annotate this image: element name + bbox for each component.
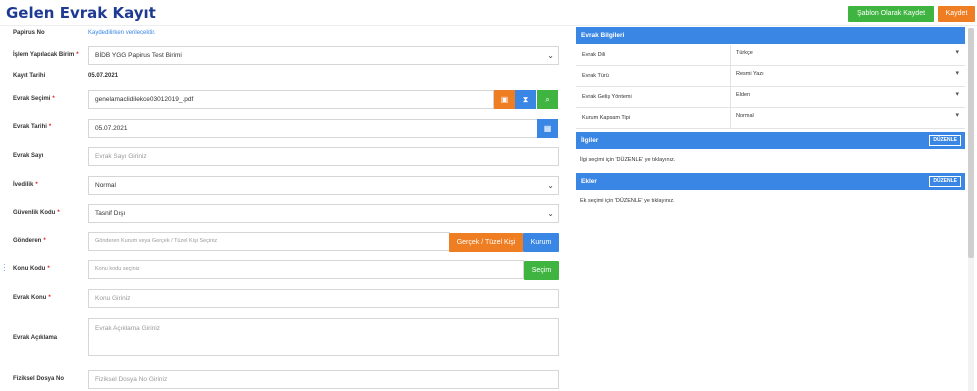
evrak-secimi-field[interactable]: genelamaclidilekce03012019_.pdf xyxy=(88,90,494,109)
guvenlik-kodu-select[interactable]: Tasnif Dışı ⌄ xyxy=(88,204,559,223)
calendar-icon-button[interactable]: ▦ xyxy=(537,119,558,138)
scrollbar-thumb[interactable] xyxy=(968,28,974,258)
chevron-down-icon: ⌄ xyxy=(547,181,554,190)
gelis-yontemi-row[interactable]: Evrak Geliş Yöntemi Elden ▾ xyxy=(576,87,965,108)
save-button[interactable]: Kaydet xyxy=(938,6,975,22)
org-select-button[interactable]: Kurum xyxy=(523,233,559,252)
ilgiler-header: İlgiler DÜZENLE xyxy=(576,132,965,149)
ivedilik-label: İvedilik * xyxy=(13,182,38,188)
guvenlik-kodu-label: Güvenlik Kodu * xyxy=(13,210,60,216)
papirus-no-value: Kaydedilirken verilecektir. xyxy=(88,30,156,36)
caret-down-icon: ▾ xyxy=(955,70,959,77)
evrak-aciklama-label: Evrak Açıklama xyxy=(13,335,58,341)
chevron-down-icon: ⌄ xyxy=(547,51,554,60)
ilgiler-edit-button[interactable]: DÜZENLE xyxy=(929,135,961,146)
evrak-sayi-input[interactable]: Evrak Sayı Giriniz xyxy=(88,147,559,166)
save-as-template-button[interactable]: Şablon Olarak Kaydet xyxy=(848,6,934,22)
evrak-secimi-label: Evrak Seçimi * xyxy=(13,96,55,102)
kayit-tarihi-value: 05.07.2021 xyxy=(88,73,119,79)
evrak-dili-row[interactable]: Evrak Dili Türkçe ▾ xyxy=(576,45,965,66)
ilgiler-note: İlgi seçimi için 'DÜZENLE' ye tıklayınız… xyxy=(580,157,676,163)
caret-down-icon: ▾ xyxy=(955,112,959,119)
papirus-no-label: Papirus No xyxy=(13,30,45,36)
caret-down-icon: ▾ xyxy=(955,91,959,98)
evrak-konu-input[interactable]: Konu Giriniz xyxy=(88,289,559,308)
scan-icon-button[interactable]: ⧗ xyxy=(515,90,536,109)
caret-down-icon: ▾ xyxy=(955,49,959,56)
page-title: Gelen Evrak Kayıt xyxy=(6,4,156,22)
konu-kodu-label: Konu Kodu * xyxy=(13,266,50,272)
fiziksel-dosya-input[interactable]: Fiziksel Dosya No Giriniz xyxy=(88,370,559,389)
row-value: Normal xyxy=(736,113,754,119)
evrak-konu-label: Evrak Konu * xyxy=(13,295,51,301)
row-value: Elden xyxy=(736,92,751,98)
islem-birim-select[interactable]: BİDB YGG Papirus Test Birimi ⌄ xyxy=(88,46,559,65)
row-label: Kurum Kapsam Tipi xyxy=(582,115,630,121)
row-value: Türkçe xyxy=(736,50,753,56)
row-value: Resmi Yazı xyxy=(736,71,764,77)
islem-birim-label: İşlem Yapılacak Birim * xyxy=(13,52,79,58)
konu-select-button[interactable]: Seçim xyxy=(524,261,559,280)
evrak-aciklama-textarea[interactable]: Evrak Açıklama Giriniz xyxy=(88,318,559,356)
drag-handle-icon[interactable]: · · · xyxy=(3,261,6,275)
file-icon-button[interactable]: ▣ xyxy=(494,90,515,109)
ivedilik-select[interactable]: Normal ⌄ xyxy=(88,176,559,195)
ilgiler-title: İlgiler xyxy=(581,137,599,144)
evrak-tarihi-field[interactable]: 05.07.2021 xyxy=(88,119,538,138)
ekler-edit-button[interactable]: DÜZENLE xyxy=(929,176,961,187)
chevron-down-icon: ⌄ xyxy=(547,209,554,218)
row-label: Evrak Geliş Yöntemi xyxy=(582,94,632,100)
ekler-title: Ekler xyxy=(581,178,597,185)
ekler-header: Ekler DÜZENLE xyxy=(576,173,965,190)
ekler-note: Ek seçimi için 'DÜZENLE' ye tıklayınız. xyxy=(580,198,675,204)
search-icon-button[interactable]: ⌕ xyxy=(537,90,558,109)
person-select-button[interactable]: Gerçek / Tüzel Kişi xyxy=(449,233,523,252)
row-label: Evrak Türü xyxy=(582,73,609,79)
konu-kodu-input[interactable]: Konu kodu seçiniz xyxy=(88,260,524,279)
evrak-tarihi-label: Evrak Tarihi * xyxy=(13,124,52,130)
evrak-turu-row[interactable]: Evrak Türü Resmi Yazı ▾ xyxy=(576,66,965,87)
evrak-sayi-label: Evrak Sayı xyxy=(13,153,44,159)
header-bar: Gelen Evrak Kayıt Şablon Olarak Kaydet K… xyxy=(0,0,977,26)
gonderen-label: Gönderen * xyxy=(13,238,46,244)
kayit-tarihi-label: Kayıt Tarihi xyxy=(13,73,46,79)
gonderen-input[interactable]: Gönderen Kurum veya Gerçek / Tüzel Kişi … xyxy=(88,232,450,251)
evrak-bilgileri-header: Evrak Bilgileri xyxy=(576,27,965,44)
fiziksel-dosya-label: Fiziksel Dosya No xyxy=(13,376,65,382)
kurum-kapsam-row[interactable]: Kurum Kapsam Tipi Normal ▾ xyxy=(576,108,965,129)
row-label: Evrak Dili xyxy=(582,52,606,58)
